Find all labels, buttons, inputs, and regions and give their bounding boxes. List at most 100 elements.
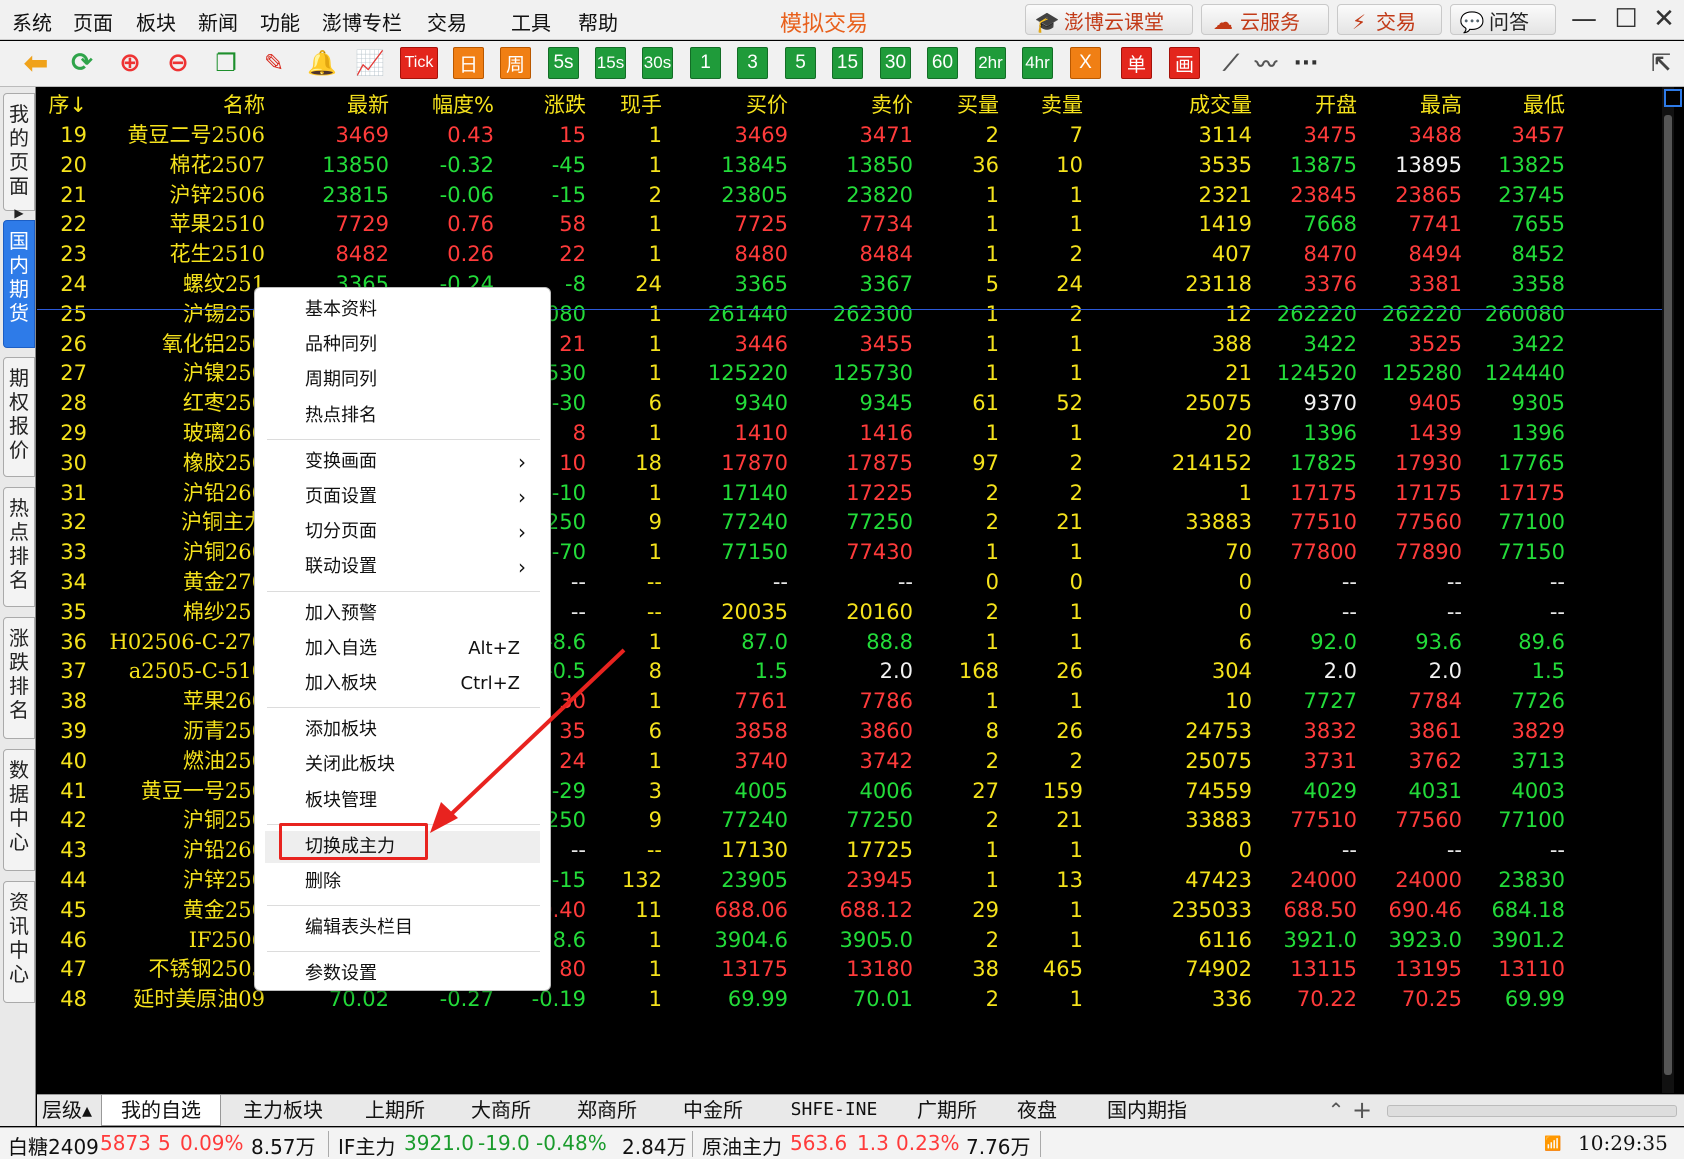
side-tab-change-rank[interactable]: 涨跌排名 <box>3 617 35 739</box>
context-menu-item[interactable]: 关闭此板块 <box>265 749 540 781</box>
more-icon[interactable]: ··· <box>1290 47 1322 79</box>
column-header-ask[interactable]: 卖价 <box>871 91 913 119</box>
column-header-name[interactable]: 名称 <box>223 91 265 119</box>
side-tab-data-center[interactable]: 数据中心 <box>3 749 35 871</box>
menu-tools[interactable]: 工具 <box>511 7 551 36</box>
menu-help[interactable]: 帮助 <box>578 7 618 36</box>
period-3m-button[interactable]: 3 <box>737 47 768 79</box>
context-menu-item[interactable]: 加入自选 Alt+Z <box>265 633 540 665</box>
scrollbar-thumb[interactable] <box>1664 115 1672 1075</box>
menu-column[interactable]: 澎博专栏 <box>322 7 402 36</box>
context-menu-item[interactable]: 热点排名 <box>265 400 540 432</box>
context-menu-item[interactable]: 添加板块 <box>265 714 540 746</box>
table-row[interactable]: 20 棉花2507 13850 -0.32 -45 1 13845 13850 36 10 3535… <box>37 149 1674 181</box>
side-tab-news-center[interactable]: 资讯中心 <box>3 881 35 1003</box>
tabs-up-icon[interactable]: ⌃ <box>1325 1095 1347 1126</box>
status-item-name[interactable]: IF主力 <box>338 1131 395 1159</box>
tab-gfex[interactable]: 广期所 <box>907 1095 987 1126</box>
cloud-class-button[interactable]: 🎓 澎博云课堂 <box>1025 4 1193 35</box>
maximize-button[interactable]: ☐ <box>1610 2 1642 36</box>
menu-system[interactable]: 系统 <box>12 7 52 36</box>
period-5m-button[interactable]: 5 <box>785 47 816 79</box>
context-menu-item[interactable]: 删除 <box>265 866 540 898</box>
context-menu-item[interactable]: 变换画面 › <box>265 446 540 478</box>
minimize-button[interactable]: — <box>1568 2 1600 36</box>
back-arrow-icon[interactable]: ⬅ <box>20 46 52 81</box>
side-tab-options[interactable]: 期权报价 <box>3 357 35 477</box>
trend-chart-icon[interactable]: 📈 <box>354 47 386 79</box>
table-row[interactable]: 21 沪锌2506 23815 -0.06 -15 2 23805 23820 1 1 2321 23… <box>37 179 1674 211</box>
tab-shfe[interactable]: 上期所 <box>355 1095 435 1126</box>
wave-icon[interactable]: 〰 <box>1250 47 1282 79</box>
zoom-in-icon[interactable]: ⊕ <box>114 47 146 79</box>
column-header-bid_qty[interactable]: 买量 <box>957 91 999 119</box>
trade-button[interactable]: ⚡ 交易 <box>1337 4 1442 35</box>
period-15m-button[interactable]: 15 <box>832 47 863 79</box>
vertical-scrollbar[interactable] <box>1662 87 1674 1093</box>
table-row[interactable]: 23 花生2510 8482 0.26 22 1 8480 8484 1 2 407 8470 8494… <box>37 238 1674 270</box>
period-15s-button[interactable]: 15s <box>595 47 626 79</box>
week-period-button[interactable]: 周 <box>500 47 531 79</box>
column-header-ask_qty[interactable]: 卖量 <box>1041 91 1083 119</box>
close-position-button[interactable]: X <box>1070 47 1101 79</box>
order-button[interactable]: 单 <box>1121 47 1152 79</box>
pen-icon[interactable]: ✎ <box>258 47 290 79</box>
period-30s-button[interactable]: 30s <box>642 47 673 79</box>
tab-main-contracts[interactable]: 主力板块 <box>231 1095 335 1126</box>
pin-icon[interactable]: ⇱ <box>1645 47 1677 79</box>
tab-shfe-ine[interactable]: SHFE-INE <box>779 1095 889 1126</box>
cloud-service-button[interactable]: ☁ 云服务 <box>1201 4 1329 35</box>
context-menu-item[interactable]: 周期同列 <box>265 364 540 396</box>
tab-night[interactable]: 夜盘 <box>1007 1095 1067 1126</box>
column-header-volume[interactable]: 成交量 <box>1189 91 1252 119</box>
menu-page[interactable]: 页面 <box>73 7 113 36</box>
period-60m-button[interactable]: 60 <box>927 47 958 79</box>
context-menu-item[interactable]: 切分页面 › <box>265 516 540 548</box>
context-menu-item[interactable]: 加入预警 <box>265 598 540 630</box>
side-tab-my-page[interactable]: 我的页面 ▶ <box>3 93 35 220</box>
menu-function[interactable]: 功能 <box>260 7 300 36</box>
period-4hr-button[interactable]: 4hr <box>1022 47 1053 79</box>
column-header-open[interactable]: 开盘 <box>1315 91 1357 119</box>
period-5s-button[interactable]: 5s <box>548 47 579 79</box>
tab-index-futures[interactable]: 国内期指 <box>1097 1095 1197 1126</box>
column-header-high[interactable]: 最高 <box>1420 91 1462 119</box>
side-tab-domestic-futures[interactable]: 国内期货 <box>3 220 35 348</box>
tab-my-watchlist[interactable]: 我的自选 <box>101 1095 221 1126</box>
column-header-low[interactable]: 最低 <box>1523 91 1565 119</box>
bell-icon[interactable]: 🔔 <box>306 47 338 79</box>
windows-icon[interactable]: ❐ <box>210 47 242 79</box>
context-menu-item[interactable]: 加入板块 Ctrl+Z <box>265 668 540 700</box>
status-item-name[interactable]: 原油主力 <box>702 1131 782 1159</box>
qa-button[interactable]: 💬 问答 <box>1450 4 1556 35</box>
context-menu-item[interactable]: 板块管理 <box>265 785 540 817</box>
menu-news[interactable]: 新闻 <box>198 7 238 36</box>
table-row[interactable]: 22 苹果2510 7729 0.76 58 1 7725 7734 1 1 1419 7668 774… <box>37 208 1674 240</box>
context-menu-item[interactable]: 联动设置 › <box>265 551 540 583</box>
context-menu-item[interactable]: 参数设置 <box>265 958 540 990</box>
tab-dce[interactable]: 大商所 <box>461 1095 541 1126</box>
close-button[interactable]: ✕ <box>1648 2 1680 36</box>
status-item-name[interactable]: 白糖2409 <box>8 1131 99 1159</box>
zoom-out-icon[interactable]: ⊖ <box>162 47 194 79</box>
draw-button[interactable]: 画 <box>1169 47 1200 79</box>
tab-cffex[interactable]: 中金所 <box>673 1095 753 1126</box>
tick-button[interactable]: Tick <box>400 47 438 79</box>
day-period-button[interactable]: 日 <box>453 47 484 79</box>
column-header-chg[interactable]: 涨跌 <box>544 91 586 119</box>
table-row[interactable]: 19 黄豆二号2506 3469 0.43 15 1 3469 3471 2 7 3114 3475 3… <box>37 119 1674 151</box>
refresh-icon[interactable]: ⟳ <box>66 47 98 79</box>
corner-settings-icon[interactable] <box>1664 89 1682 107</box>
period-1m-button[interactable]: 1 <box>690 47 721 79</box>
horizontal-scrollbar[interactable] <box>1387 1105 1677 1117</box>
side-tab-hot-rank[interactable]: 热点排名 <box>3 487 35 607</box>
context-menu-item[interactable]: 基本资料 <box>265 294 540 326</box>
add-tab-icon[interactable]: + <box>1351 1095 1373 1126</box>
context-menu-item[interactable]: 品种同列 <box>265 329 540 361</box>
period-2hr-button[interactable]: 2hr <box>975 47 1006 79</box>
column-header-last[interactable]: 最新 <box>347 91 389 119</box>
period-30m-button[interactable]: 30 <box>880 47 911 79</box>
context-menu-item[interactable]: 编辑表头栏目 <box>265 912 540 944</box>
tab-level[interactable]: 层级▴ <box>37 1095 97 1126</box>
line-tool-icon[interactable]: ⟋ <box>1215 47 1247 79</box>
